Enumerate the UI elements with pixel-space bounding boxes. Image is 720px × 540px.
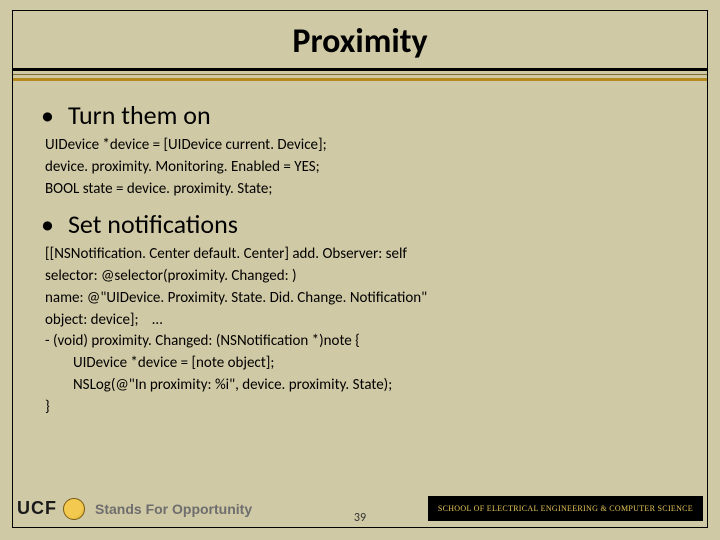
- code-block-2: [[NSNotification. Center default. Center…: [41, 244, 679, 418]
- bullet-dot-icon: •: [41, 211, 54, 237]
- slide-frame: Proximity • Turn them on UIDevice *devic…: [12, 10, 708, 528]
- code-line: UIDevice *device = [note object];: [45, 353, 679, 375]
- bullet-text: Turn them on: [68, 99, 211, 131]
- code-line: device. proximity. Monitoring. Enabled =…: [45, 157, 679, 179]
- code-line: [[NSNotification. Center default. Center…: [45, 244, 679, 266]
- divider-thick: [13, 68, 707, 71]
- code-line: object: device]; …: [45, 310, 679, 332]
- slide-title: Proximity: [13, 21, 707, 62]
- bullet-text: Set notifications: [68, 208, 238, 240]
- bullet-dot-icon: •: [41, 102, 54, 128]
- code-line: - (void) proximity. Changed: (NSNotifica…: [45, 331, 679, 353]
- code-line: }: [45, 397, 679, 419]
- slide-body: • Turn them on UIDevice *device = [UIDev…: [13, 81, 707, 418]
- code-line: BOOL state = device. proximity. State;: [45, 179, 679, 201]
- code-block-1: UIDevice *device = [UIDevice current. De…: [41, 135, 679, 200]
- code-line: name: @"UIDevice. Proximity. State. Did.…: [45, 288, 679, 310]
- divider-thin: [13, 74, 707, 75]
- code-line: selector: @selector(proximity. Changed: …: [45, 266, 679, 288]
- code-line: UIDevice *device = [UIDevice current. De…: [45, 135, 679, 157]
- title-divider: [13, 68, 707, 81]
- code-line: NSLog(@"In proximity: %i", device. proxi…: [45, 375, 679, 397]
- bullet-set-notifications: • Set notifications: [41, 208, 679, 240]
- bullet-turn-on: • Turn them on: [41, 99, 679, 131]
- page-number: 39: [13, 511, 707, 525]
